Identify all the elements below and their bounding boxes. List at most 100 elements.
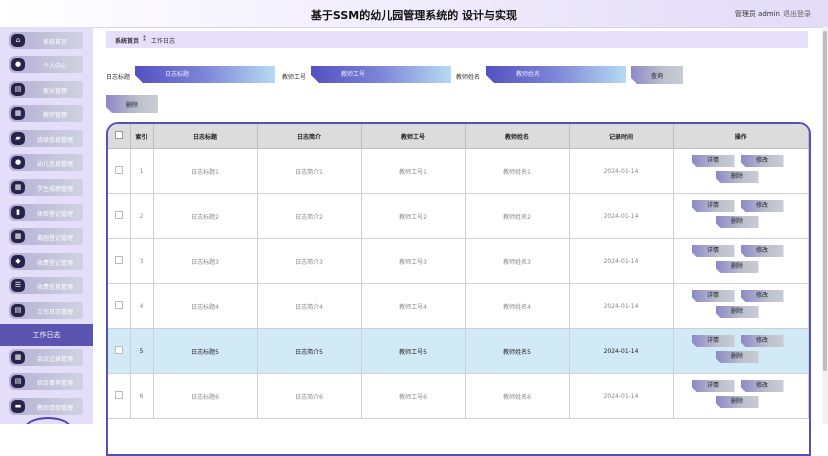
sidebar-item-affairs[interactable]: ▤ 综合事务管理: [9, 373, 83, 390]
sidebar-item-children[interactable]: ● 幼儿信息管理: [9, 154, 83, 171]
row-checkbox[interactable]: [114, 256, 123, 264]
breadcrumb: 系统首页 ⁑ 工作日志: [106, 31, 808, 48]
sidebar-item-classes[interactable]: ▰ 班级信息管理: [9, 130, 83, 147]
delete-button[interactable]: 删除: [716, 351, 759, 363]
teacher-no-filter-label: 教师工号: [282, 74, 307, 81]
teacher-name-filter-input[interactable]: [486, 66, 626, 83]
cell-title: 日志标题3: [153, 238, 258, 284]
cell-index: 5: [130, 328, 154, 374]
cell-teacher-no: 教师工号5: [361, 328, 466, 374]
cell-teacher-name: 教师姓名4: [465, 283, 570, 329]
sidebar-item-teacher-leave[interactable]: ▬ 教师请假管理: [9, 398, 83, 415]
header-index: 索引: [130, 124, 154, 149]
cell-actions: 详情 修改删除: [673, 283, 809, 329]
table-row[interactable]: 4 日志标题4 日志简介4 教师工号4 教师姓名4 2024-01-14 详情修…: [108, 283, 809, 329]
query-button[interactable]: 查询: [631, 66, 683, 84]
cell-teacher-no: 教师工号2: [361, 193, 466, 239]
cell-title: 日志标题4: [153, 283, 258, 329]
row-checkbox[interactable]: [114, 391, 123, 399]
breadcrumb-separator: ⁑: [143, 36, 146, 43]
header-actions: 操作: [673, 124, 809, 149]
sidebar-item-label: 幼儿信息管理: [36, 161, 73, 168]
cell-teacher-name: 教师姓名1: [465, 148, 570, 194]
sidebar-item-teachers[interactable]: ▦ 教师管理: [9, 105, 83, 122]
cell-teacher-name: 教师姓名6: [465, 373, 570, 419]
sidebar-item-fee-info[interactable]: ☰ 收费信息管理: [9, 277, 83, 294]
sidebar-item-leave-school[interactable]: ▦ 离园登记管理: [9, 228, 83, 245]
delete-button[interactable]: 删除: [716, 306, 759, 318]
select-all-checkbox[interactable]: [114, 131, 123, 139]
row-checkbox-cell[interactable]: [108, 193, 131, 239]
sidebar-item-label: 体检登记管理: [36, 211, 73, 218]
row-checkbox[interactable]: [114, 346, 123, 354]
teacher-no-filter-input[interactable]: [311, 66, 451, 83]
batch-delete-button[interactable]: 删除: [106, 95, 158, 113]
sidebar-item-label: 学生成绩管理: [36, 186, 73, 193]
edit-button[interactable]: 修改: [741, 245, 784, 257]
sidebar-item-worklog[interactable]: ▤ 工作日志管理: [9, 302, 83, 319]
table-row[interactable]: 2 日志标题2 日志简介2 教师工号2 教师姓名2 2024-01-14 详情修…: [108, 193, 809, 239]
edit-button[interactable]: 修改: [741, 290, 784, 302]
select-all-cell[interactable]: [108, 124, 131, 149]
sidebar-item-label: 工作日志管理: [36, 309, 73, 316]
delete-button[interactable]: 删除: [716, 396, 759, 408]
table-row[interactable]: 3 日志标题3 日志简介3 教师工号3 教师姓名3 2024-01-14 详情修…: [108, 238, 809, 284]
edit-button[interactable]: 修改: [741, 335, 784, 347]
delete-button[interactable]: 删除: [716, 171, 759, 183]
doc-icon: ▤: [11, 375, 25, 388]
scrollbar-thumb[interactable]: [823, 31, 827, 371]
folder-icon: ▬: [11, 400, 25, 413]
cell-index: 3: [130, 238, 154, 284]
sidebar-item-checkup[interactable]: ▮ 体检登记管理: [9, 204, 83, 221]
detail-button[interactable]: 详情: [692, 335, 735, 347]
row-checkbox-cell[interactable]: [108, 148, 131, 194]
row-checkbox-cell[interactable]: [108, 238, 131, 284]
breadcrumb-current: 工作日志: [151, 38, 176, 45]
person-icon: ●: [11, 58, 25, 71]
sidebar-subitem-worklog-active[interactable]: 工作日志: [0, 324, 93, 346]
detail-button[interactable]: 详情: [692, 380, 735, 392]
edit-button[interactable]: 修改: [741, 200, 784, 212]
sidebar-item-fee-register[interactable]: ◆ 收费登记管理: [9, 253, 83, 270]
delete-button[interactable]: 删除: [716, 216, 759, 228]
detail-button[interactable]: 详情: [692, 155, 735, 167]
detail-button[interactable]: 详情: [692, 245, 735, 257]
sidebar-item-profile[interactable]: ● 个人中心: [9, 56, 83, 73]
row-checkbox-cell[interactable]: [108, 373, 131, 419]
sidebar-item-meetings[interactable]: ▦ 会议记录管理: [9, 349, 83, 366]
detail-button[interactable]: 详情: [692, 200, 735, 212]
sidebar-item-home[interactable]: ⌂ 系统首页: [9, 32, 83, 49]
title-filter-label: 日志标题: [106, 74, 131, 81]
doc-icon: ▤: [11, 83, 25, 96]
grid-icon: ▦: [11, 107, 25, 120]
row-checkbox[interactable]: [114, 301, 123, 309]
row-checkbox[interactable]: [114, 166, 123, 174]
title-filter-input[interactable]: [135, 66, 275, 83]
cell-teacher-name: 教师姓名2: [465, 193, 570, 239]
location-icon: ◆: [11, 255, 25, 268]
sidebar-item-grades[interactable]: ▦ 学生成绩管理: [9, 179, 83, 196]
cell-title: 日志标题2: [153, 193, 258, 239]
edit-button[interactable]: 修改: [741, 155, 784, 167]
sidebar-item-label: 个人中心: [42, 63, 67, 70]
user-info: 管理员 admin: [734, 10, 780, 18]
sidebar-item-parents[interactable]: ▤ 家长管理: [9, 81, 83, 98]
logout-link[interactable]: 退出登录: [783, 9, 811, 19]
breadcrumb-home[interactable]: 系统首页: [115, 36, 139, 45]
sidebar-item-label: 班级信息管理: [36, 137, 73, 144]
cell-intro: 日志简介4: [257, 283, 362, 329]
cell-title: 日志标题5: [153, 328, 258, 374]
top-header: 基于SSM的幼儿园管理系统的 设计与实现 管理员 admin 退出登录: [0, 0, 828, 28]
table-row[interactable]: 6 日志标题6 日志简介6 教师工号6 教师姓名6 2024-01-14 详情修…: [108, 373, 809, 419]
row-checkbox-cell[interactable]: [108, 328, 131, 374]
table-row[interactable]: 1 日志标题1 日志简介1 教师工号1 教师姓名1 2024-01-14 详情修…: [108, 148, 809, 194]
vertical-scrollbar[interactable]: [822, 27, 828, 424]
row-checkbox-cell[interactable]: [108, 283, 131, 329]
detail-button[interactable]: 详情: [692, 290, 735, 302]
edit-button[interactable]: 修改: [741, 380, 784, 392]
table-row-selected[interactable]: 5 日志标题5 日志简介5 教师工号5 教师姓名5 2024-01-14 详情修…: [108, 328, 809, 374]
row-checkbox[interactable]: [114, 211, 123, 219]
delete-button[interactable]: 删除: [716, 261, 759, 273]
cell-record-time: 2024-01-14: [569, 148, 674, 194]
list-icon: ☰: [11, 279, 25, 292]
